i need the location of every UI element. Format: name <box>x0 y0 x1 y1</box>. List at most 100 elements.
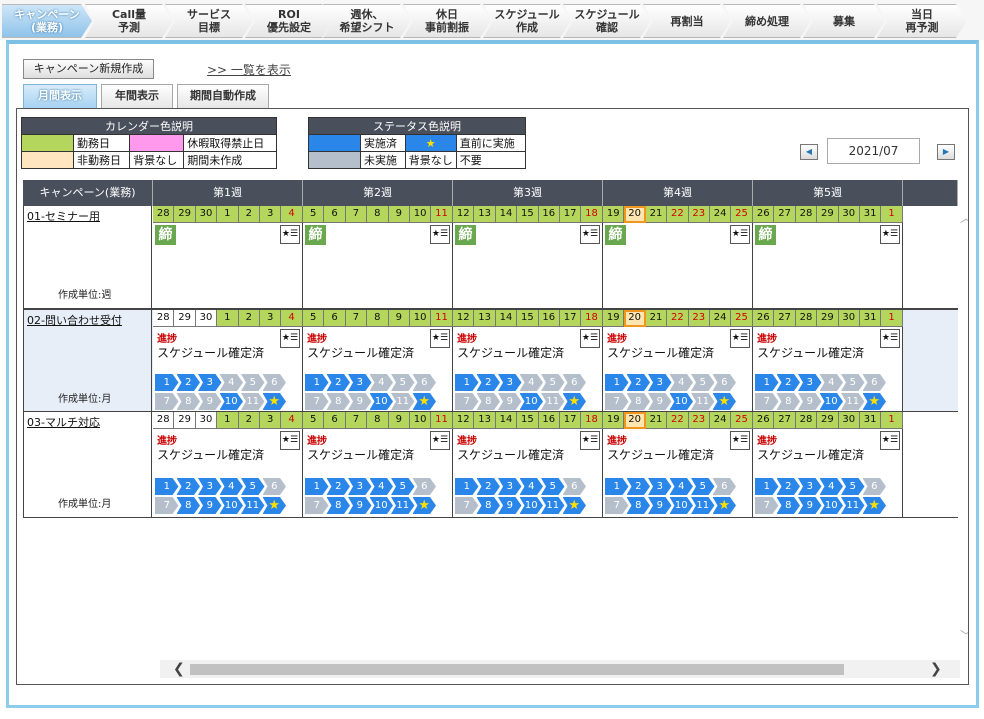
step-arrow[interactable]: 9 <box>798 497 822 514</box>
step-arrow[interactable]: 1 <box>455 478 479 495</box>
day-cell[interactable]: 11 <box>431 206 453 223</box>
step-arrow[interactable]: 6 <box>713 478 737 495</box>
day-cell[interactable]: 30 <box>195 206 218 223</box>
star-list-icon[interactable]: ★☰ <box>430 225 450 244</box>
step-arrow[interactable]: 10 <box>220 497 244 514</box>
day-cell[interactable]: 4 <box>281 206 303 223</box>
step-arrow[interactable]: 2 <box>327 478 351 495</box>
day-cell[interactable]: 28 <box>153 206 175 223</box>
star-list-icon[interactable]: ★☰ <box>430 431 450 450</box>
day-cell[interactable]: 23 <box>688 310 710 327</box>
day-cell[interactable]: 20 <box>624 310 646 327</box>
day-cell[interactable]: 28 <box>153 412 175 429</box>
step-arrow[interactable]: 7 <box>155 393 179 410</box>
day-cell[interactable]: 17 <box>559 206 582 223</box>
triangle-left-icon[interactable]: ◀ <box>800 144 818 160</box>
process-tab[interactable]: ROI 優先設定 <box>245 4 333 38</box>
day-cell[interactable]: 12 <box>453 206 475 223</box>
step-arrow[interactable]: 8 <box>327 497 351 514</box>
day-cell[interactable]: 16 <box>538 206 560 223</box>
day-cell[interactable]: 22 <box>667 412 689 429</box>
day-cell[interactable]: 30 <box>838 310 860 327</box>
step-arrow[interactable]: 6 <box>263 374 287 391</box>
day-cell[interactable]: 28 <box>795 310 818 327</box>
step-arrow[interactable]: 2 <box>177 374 201 391</box>
day-cell[interactable]: 28 <box>795 412 818 429</box>
step-arrow[interactable]: ★ <box>713 497 737 514</box>
step-arrow[interactable]: 7 <box>455 393 479 410</box>
process-tab[interactable]: キャンペーン (業務) <box>2 4 92 38</box>
step-arrow[interactable]: 5 <box>841 374 865 391</box>
step-arrow[interactable]: 10 <box>820 393 844 410</box>
day-cell[interactable]: 29 <box>174 412 196 429</box>
day-cell[interactable]: 27 <box>774 310 796 327</box>
day-cell[interactable]: 17 <box>559 412 582 429</box>
step-arrow[interactable]: 6 <box>413 374 437 391</box>
day-cell[interactable]: 14 <box>495 412 518 429</box>
process-tab[interactable]: 休日 事前割振 <box>403 4 491 38</box>
step-arrow[interactable]: 4 <box>220 478 244 495</box>
day-cell[interactable]: 29 <box>174 310 196 327</box>
day-cell[interactable]: 2 <box>238 206 260 223</box>
day-cell[interactable]: 31 <box>859 310 882 327</box>
close-status-badge[interactable]: 締 <box>305 225 326 245</box>
step-arrow[interactable]: 9 <box>498 393 522 410</box>
step-arrow[interactable]: 4 <box>520 478 544 495</box>
day-cell[interactable]: 9 <box>388 412 410 429</box>
step-arrow[interactable]: 4 <box>670 374 694 391</box>
day-cell[interactable]: 14 <box>495 206 518 223</box>
step-arrow[interactable]: 1 <box>605 478 629 495</box>
step-arrow[interactable]: 3 <box>498 374 522 391</box>
day-cell[interactable]: 2 <box>238 412 260 429</box>
step-arrow[interactable]: 6 <box>713 374 737 391</box>
step-arrow[interactable]: 6 <box>263 478 287 495</box>
day-cell[interactable]: 17 <box>559 310 582 327</box>
horizontal-scrollbar[interactable]: ❮ ❯ <box>160 660 960 678</box>
day-cell[interactable]: 5 <box>303 310 325 327</box>
step-arrow[interactable]: 10 <box>520 393 544 410</box>
step-arrow[interactable]: 7 <box>305 393 329 410</box>
day-cell[interactable]: 27 <box>774 412 796 429</box>
day-cell[interactable]: 5 <box>303 206 325 223</box>
chevron-left-icon[interactable]: ❮ <box>173 660 185 678</box>
step-arrow[interactable]: 9 <box>798 393 822 410</box>
day-cell[interactable]: 25 <box>731 310 753 327</box>
step-arrow[interactable]: 4 <box>220 374 244 391</box>
day-cell[interactable]: 26 <box>753 310 775 327</box>
process-tab[interactable]: スケジュール 確認 <box>563 4 651 38</box>
step-arrow[interactable]: 5 <box>241 374 265 391</box>
process-tab[interactable]: 当日 再予測 <box>877 4 967 38</box>
day-cell[interactable]: 8 <box>367 310 389 327</box>
step-arrow[interactable]: 5 <box>541 478 565 495</box>
step-arrow[interactable]: 6 <box>863 478 887 495</box>
step-arrow[interactable]: 2 <box>477 374 501 391</box>
chevron-down-icon[interactable]: ﹀ <box>960 627 968 645</box>
step-arrow[interactable]: 8 <box>777 497 801 514</box>
step-arrow[interactable]: 8 <box>477 497 501 514</box>
day-cell[interactable]: 28 <box>153 310 175 327</box>
day-cell[interactable]: 4 <box>281 310 303 327</box>
step-arrow[interactable]: 1 <box>455 374 479 391</box>
day-cell[interactable]: 2 <box>238 310 260 327</box>
step-arrow[interactable]: 3 <box>348 374 372 391</box>
step-arrow[interactable]: 9 <box>648 393 672 410</box>
day-cell[interactable]: 25 <box>731 206 753 223</box>
star-list-icon[interactable]: ★☰ <box>730 431 750 450</box>
step-arrow[interactable]: 8 <box>777 393 801 410</box>
day-cell[interactable]: 22 <box>667 206 689 223</box>
step-arrow[interactable]: ★ <box>713 393 737 410</box>
day-cell[interactable]: 21 <box>645 310 668 327</box>
step-arrow[interactable]: 3 <box>348 478 372 495</box>
day-cell[interactable]: 26 <box>753 206 775 223</box>
day-cell[interactable]: 1 <box>217 206 239 223</box>
day-cell[interactable]: 31 <box>859 206 882 223</box>
day-cell[interactable]: 21 <box>645 206 668 223</box>
step-arrow[interactable]: 9 <box>348 497 372 514</box>
step-arrow[interactable]: 7 <box>305 497 329 514</box>
step-arrow[interactable]: 6 <box>563 478 587 495</box>
day-cell[interactable]: 19 <box>603 310 625 327</box>
day-cell[interactable]: 31 <box>859 412 882 429</box>
day-cell[interactable]: 14 <box>495 310 518 327</box>
step-arrow[interactable]: 1 <box>305 374 329 391</box>
day-cell[interactable]: 10 <box>409 310 432 327</box>
